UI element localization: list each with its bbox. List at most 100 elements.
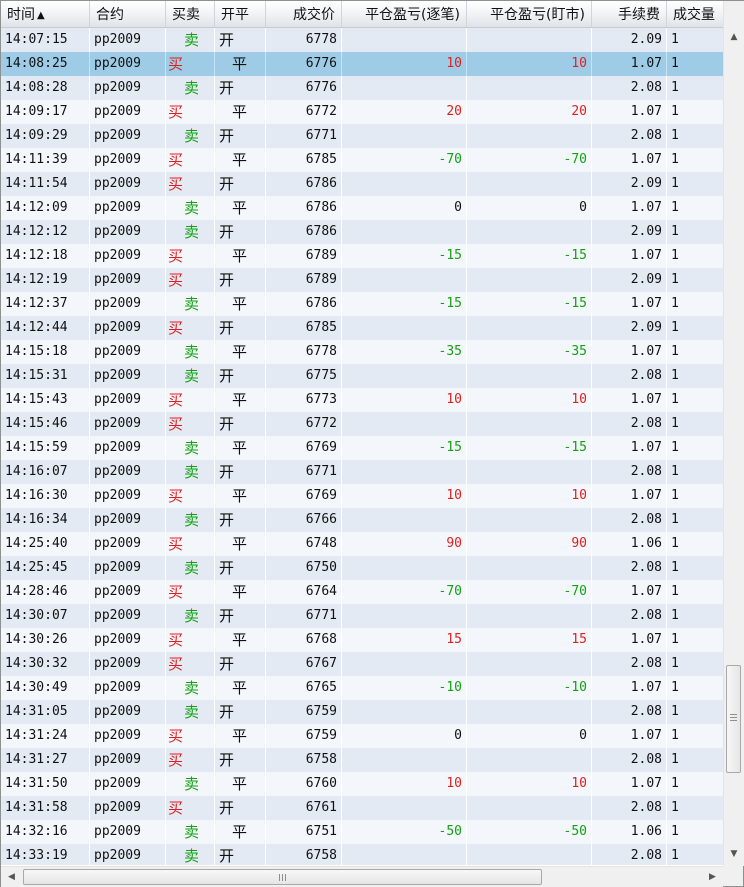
- cell-pnl-mark: [467, 700, 592, 724]
- table-row[interactable]: 14:32:16 pp2009 卖 平 6751 -50 -50 1.06 1: [1, 820, 723, 844]
- table-row[interactable]: 14:12:37 pp2009 卖 平 6786 -15 -15 1.07 1: [1, 292, 723, 316]
- cell-price-value: 6751: [305, 824, 337, 839]
- cell-time-value: 14:31:24: [5, 728, 68, 743]
- vertical-scroll-thumb[interactable]: [726, 665, 741, 773]
- table-row[interactable]: 14:31:05 pp2009 卖 开 6759 2.08 1: [1, 700, 723, 724]
- table-row[interactable]: 14:16:30 pp2009 买 平 6769 10 10 1.07 1: [1, 484, 723, 508]
- cell-contract: pp2009: [90, 628, 166, 652]
- cell-volume: 1: [667, 196, 723, 220]
- table-row[interactable]: 14:09:29 pp2009 卖 开 6771 2.08 1: [1, 124, 723, 148]
- table-row[interactable]: 14:09:17 pp2009 买 平 6772 20 20 1.07 1: [1, 100, 723, 124]
- cell-fee: 1.07: [592, 244, 667, 268]
- table-row[interactable]: 14:16:34 pp2009 卖 开 6766 2.08 1: [1, 508, 723, 532]
- cell-price: 6789: [266, 244, 342, 268]
- table-row[interactable]: 14:12:19 pp2009 买 开 6789 2.09 1: [1, 268, 723, 292]
- cell-contract: pp2009: [90, 124, 166, 148]
- cell-fee-value: 1.07: [630, 248, 662, 263]
- cell-volume-value: 1: [671, 704, 679, 719]
- cell-price: 6751: [266, 820, 342, 844]
- table-row[interactable]: 14:16:07 pp2009 卖 开 6771 2.08 1: [1, 460, 723, 484]
- table-row[interactable]: 14:30:07 pp2009 卖 开 6771 2.08 1: [1, 604, 723, 628]
- column-header-fee-label: 手续费: [618, 7, 660, 23]
- cell-pnl-mark: 90: [467, 532, 592, 556]
- cell-time-value: 14:16:07: [5, 464, 68, 479]
- cell-time: 14:08:28: [1, 76, 90, 100]
- grip-line: [285, 874, 286, 881]
- column-header-pnl-trade[interactable]: 平仓盈亏(逐笔): [342, 1, 467, 27]
- table-row[interactable]: 14:11:39 pp2009 买 平 6785 -70 -70 1.07 1: [1, 148, 723, 172]
- cell-time: 14:16:34: [1, 508, 90, 532]
- table-row[interactable]: 14:30:49 pp2009 卖 平 6765 -10 -10 1.07 1: [1, 676, 723, 700]
- cell-side: 买: [166, 100, 215, 124]
- table-row[interactable]: 14:08:28 pp2009 卖 开 6776 2.08 1: [1, 76, 723, 100]
- cell-price: 6778: [266, 28, 342, 52]
- table-row[interactable]: 14:15:59 pp2009 卖 平 6769 -15 -15 1.07 1: [1, 436, 723, 460]
- vertical-scrollbar[interactable]: ▲ ▼: [723, 1, 744, 866]
- column-header-contract[interactable]: 合约: [90, 1, 166, 27]
- cell-side: 买: [166, 172, 215, 196]
- column-header-fee[interactable]: 手续费: [592, 1, 667, 27]
- cell-time: 14:33:19: [1, 844, 90, 865]
- cell-fee-value: 1.07: [630, 392, 662, 407]
- table-row[interactable]: 14:15:43 pp2009 买 平 6773 10 10 1.07 1: [1, 388, 723, 412]
- cell-fee: 2.08: [592, 364, 667, 388]
- cell-volume-value: 1: [671, 488, 679, 503]
- cell-price-value: 6786: [305, 200, 337, 215]
- table-row[interactable]: 14:28:46 pp2009 买 平 6764 -70 -70 1.07 1: [1, 580, 723, 604]
- cell-time-value: 14:16:30: [5, 488, 68, 503]
- table-row[interactable]: 14:31:50 pp2009 卖 平 6760 10 10 1.07 1: [1, 772, 723, 796]
- cell-fee-value: 2.08: [630, 752, 662, 767]
- arrow-down-icon[interactable]: ▼: [724, 846, 744, 863]
- column-header-pnl-mark[interactable]: 平仓盈亏(盯市): [467, 1, 592, 27]
- cell-contract-value: pp2009: [94, 728, 141, 743]
- cell-fee: 2.08: [592, 460, 667, 484]
- cell-pnl-trade: -10: [342, 676, 467, 700]
- cell-open-close-value: 开: [219, 847, 235, 865]
- cell-volume: 1: [667, 364, 723, 388]
- table-row[interactable]: 14:15:31 pp2009 卖 开 6775 2.08 1: [1, 364, 723, 388]
- column-header-side[interactable]: 买卖: [166, 1, 215, 27]
- horizontal-scrollbar[interactable]: ◀ ▶: [1, 866, 723, 887]
- cell-price: 6772: [266, 100, 342, 124]
- table-row[interactable]: 14:25:45 pp2009 卖 开 6750 2.08 1: [1, 556, 723, 580]
- cell-price-value: 6772: [305, 104, 337, 119]
- table-row[interactable]: 14:30:26 pp2009 买 平 6768 15 15 1.07 1: [1, 628, 723, 652]
- cell-open-close-value: 平: [232, 727, 248, 745]
- column-header-pnl-mark-label: 平仓盈亏(盯市): [490, 7, 585, 23]
- table-row[interactable]: 14:08:25 pp2009 买 平 6776 10 10 1.07 1: [1, 52, 723, 76]
- arrow-left-icon[interactable]: ◀: [3, 867, 20, 887]
- horizontal-scroll-thumb[interactable]: [23, 869, 542, 885]
- cell-side: 卖: [166, 364, 215, 388]
- cell-side-value: 买: [168, 55, 184, 73]
- table-row[interactable]: 14:07:15 pp2009 卖 开 6778 2.09 1: [1, 28, 723, 52]
- table-row[interactable]: 14:31:27 pp2009 买 开 6758 2.08 1: [1, 748, 723, 772]
- table-row[interactable]: 14:12:09 pp2009 卖 平 6786 0 0 1.07 1: [1, 196, 723, 220]
- cell-price-value: 6776: [305, 56, 337, 71]
- column-header-price[interactable]: 成交价: [266, 1, 342, 27]
- column-header-time[interactable]: 时间 ▲: [1, 1, 90, 27]
- table-row[interactable]: 14:12:18 pp2009 买 平 6789 -15 -15 1.07 1: [1, 244, 723, 268]
- table-row[interactable]: 14:33:19 pp2009 卖 开 6758 2.08 1: [1, 844, 723, 865]
- table-row[interactable]: 14:12:44 pp2009 买 开 6785 2.09 1: [1, 316, 723, 340]
- cell-pnl-mark: 0: [467, 724, 592, 748]
- cell-price: 6759: [266, 724, 342, 748]
- cell-open-close-value: 平: [232, 823, 248, 841]
- cell-open-close: 开: [215, 316, 266, 340]
- table-row[interactable]: 14:31:24 pp2009 买 平 6759 0 0 1.07 1: [1, 724, 723, 748]
- cell-fee: 1.07: [592, 388, 667, 412]
- table-row[interactable]: 14:11:54 pp2009 买 开 6786 2.09 1: [1, 172, 723, 196]
- table-row[interactable]: 14:15:18 pp2009 卖 平 6778 -35 -35 1.07 1: [1, 340, 723, 364]
- table-row[interactable]: 14:15:46 pp2009 买 开 6772 2.08 1: [1, 412, 723, 436]
- cell-side: 买: [166, 244, 215, 268]
- arrow-right-icon[interactable]: ▶: [704, 867, 721, 887]
- cell-pnl-trade: -15: [342, 244, 467, 268]
- cell-price-value: 6765: [305, 680, 337, 695]
- cell-price-value: 6760: [305, 776, 337, 791]
- table-row[interactable]: 14:12:12 pp2009 卖 开 6786 2.09 1: [1, 220, 723, 244]
- cell-side: 买: [166, 652, 215, 676]
- column-header-open-close[interactable]: 开平: [215, 1, 266, 27]
- table-row[interactable]: 14:31:58 pp2009 买 开 6761 2.08 1: [1, 796, 723, 820]
- arrow-up-icon[interactable]: ▲: [724, 29, 744, 46]
- table-row[interactable]: 14:25:40 pp2009 买 平 6748 90 90 1.06 1: [1, 532, 723, 556]
- table-row[interactable]: 14:30:32 pp2009 买 开 6767 2.08 1: [1, 652, 723, 676]
